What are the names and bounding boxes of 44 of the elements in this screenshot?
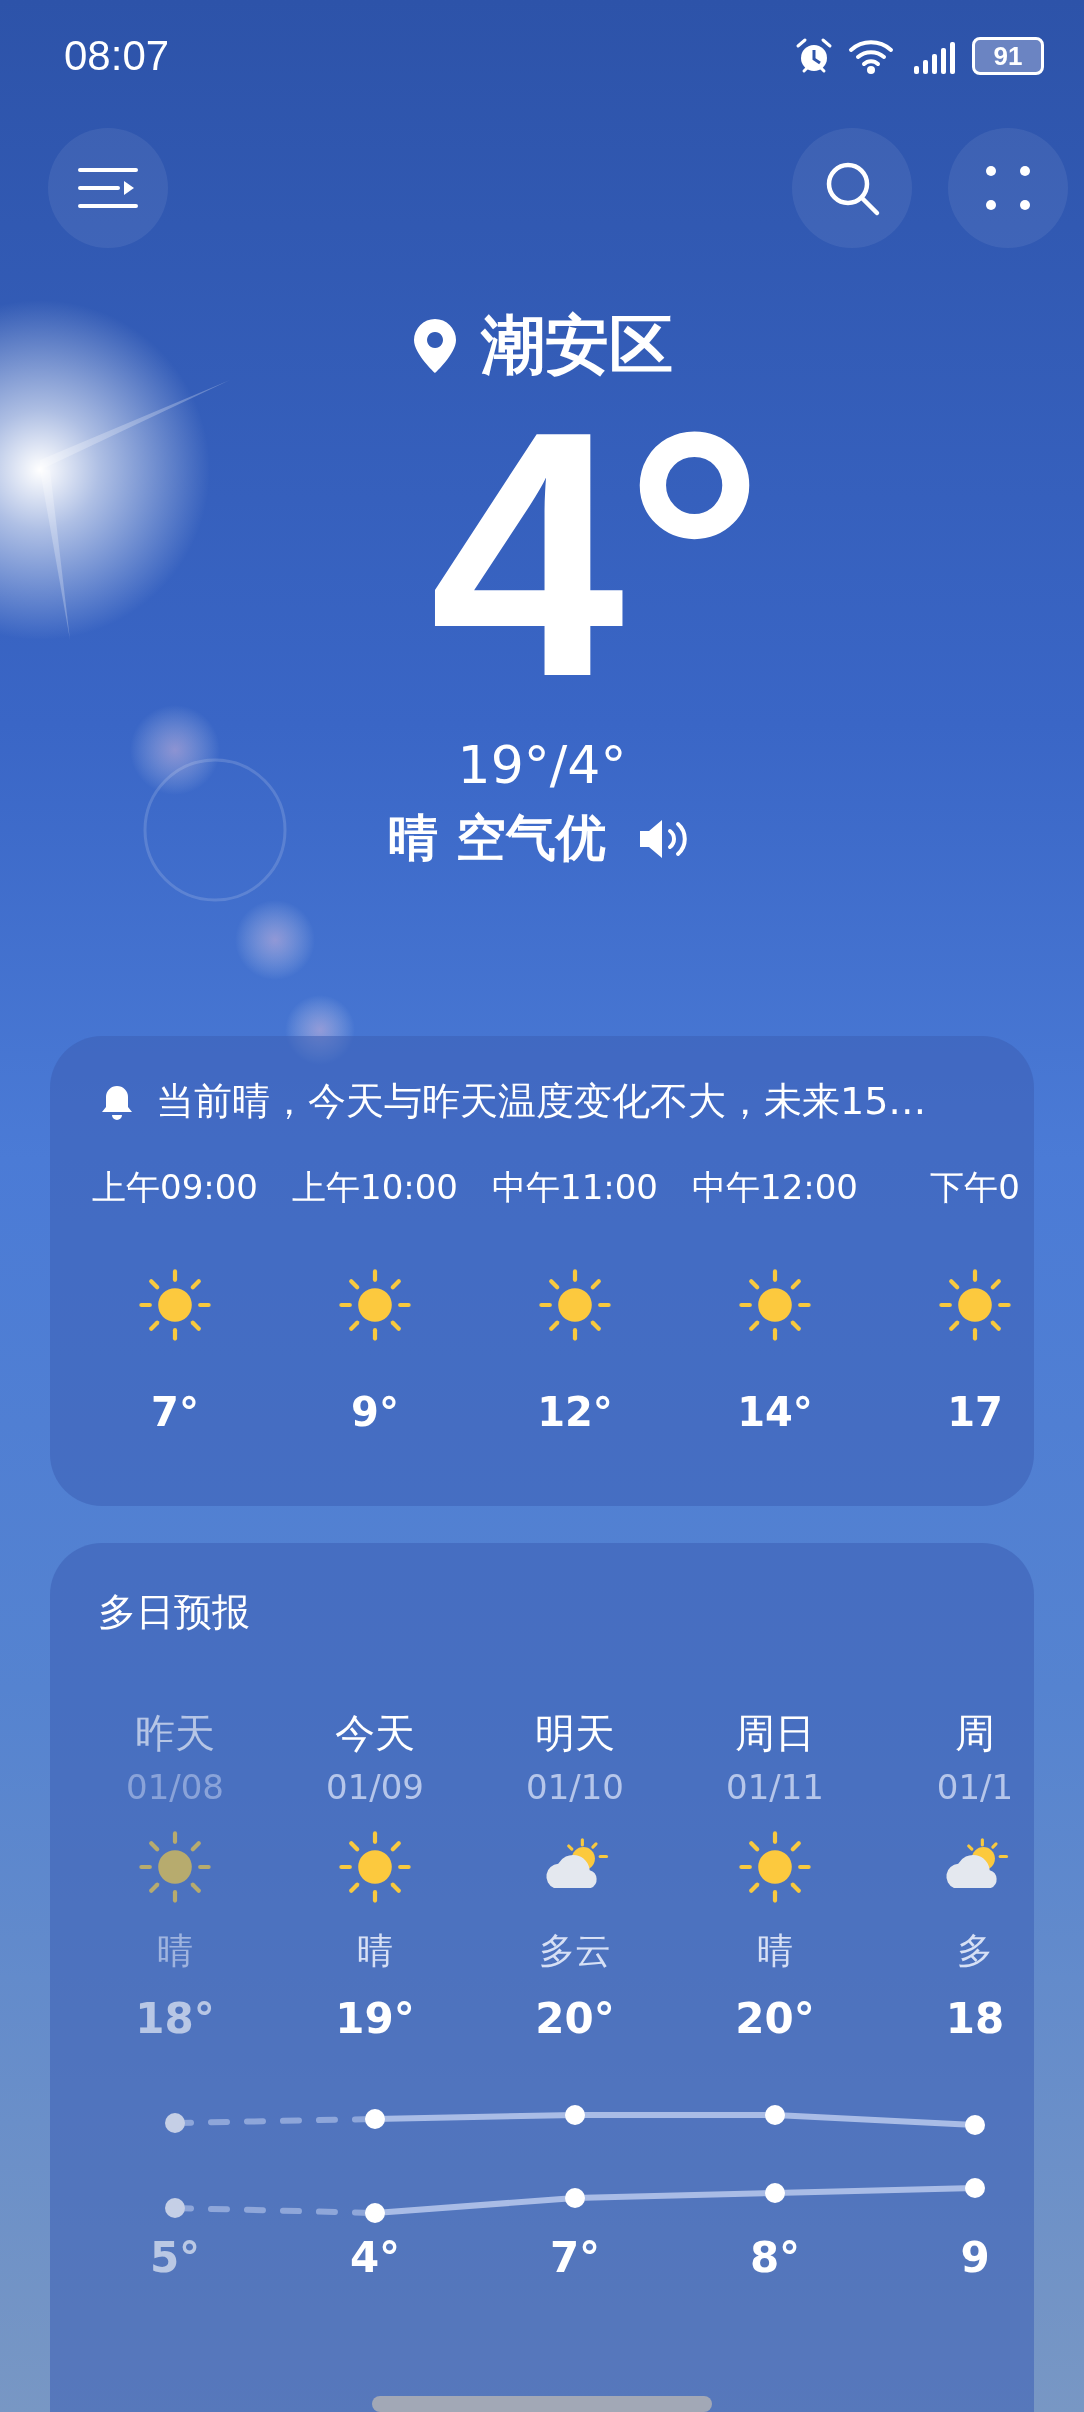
hour-temperature: 17 xyxy=(947,1389,1003,1435)
battery-icon: 91 xyxy=(972,37,1044,75)
weather-alert-text: 当前晴，今天与昨天温度变化不大，未来15… xyxy=(156,1078,927,1125)
day-weather: 晴 xyxy=(157,1929,193,1973)
day-weather: 晴 xyxy=(357,1929,393,1973)
day-date: 01/08 xyxy=(126,1767,224,1807)
day-date: 01/11 xyxy=(726,1767,824,1807)
day-name: 周日 xyxy=(735,1709,815,1758)
card-title: 多日预报 xyxy=(98,1590,250,1634)
day-weather: 多云 xyxy=(539,1929,611,1973)
hour-temperature: 7° xyxy=(151,1389,199,1435)
low-temperature: 4° xyxy=(349,2233,401,2282)
high-temperature: 18° xyxy=(135,1994,215,2043)
temperature-range: 19°/4° xyxy=(457,735,627,795)
menu-icon xyxy=(78,166,138,210)
day-name: 明天 xyxy=(535,1709,615,1758)
high-temperature: 20° xyxy=(735,1994,815,2043)
high-temperature: 20° xyxy=(535,1994,615,2043)
hour-time: 上午09:00 xyxy=(92,1166,258,1209)
status-time: 08:07 xyxy=(64,32,170,80)
low-temperature: 5° xyxy=(149,2233,201,2282)
low-temperature: 8° xyxy=(749,2233,801,2282)
hour-temperature: 9° xyxy=(351,1389,399,1435)
hour-time: 中午11:00 xyxy=(492,1166,658,1209)
four-dots-icon xyxy=(983,163,1033,213)
day-weather: 多 xyxy=(957,1929,993,1973)
day-date: 01/1 xyxy=(936,1767,1014,1807)
location-pin-icon xyxy=(411,316,459,375)
hour-time: 上午10:00 xyxy=(292,1166,458,1209)
hour-time: 下午0 xyxy=(930,1166,1020,1209)
high-temperature: 19° xyxy=(335,1994,415,2043)
high-temperature: 18 xyxy=(945,1994,1005,2043)
day-name: 今天 xyxy=(335,1709,415,1758)
low-temperature: 7° xyxy=(549,2233,601,2282)
weather-condition: 晴 空气优 xyxy=(388,808,606,869)
low-temperature: 9 xyxy=(960,2233,990,2282)
day-name: 昨天 xyxy=(135,1709,215,1758)
day-weather: 晴 xyxy=(757,1929,793,1973)
day-name: 周 xyxy=(955,1709,995,1758)
hour-temperature: 12° xyxy=(537,1389,613,1435)
hour-temperature: 14° xyxy=(737,1389,813,1435)
day-date: 01/10 xyxy=(526,1767,624,1807)
day-date: 01/09 xyxy=(326,1767,424,1807)
hour-time: 中午12:00 xyxy=(692,1166,858,1209)
